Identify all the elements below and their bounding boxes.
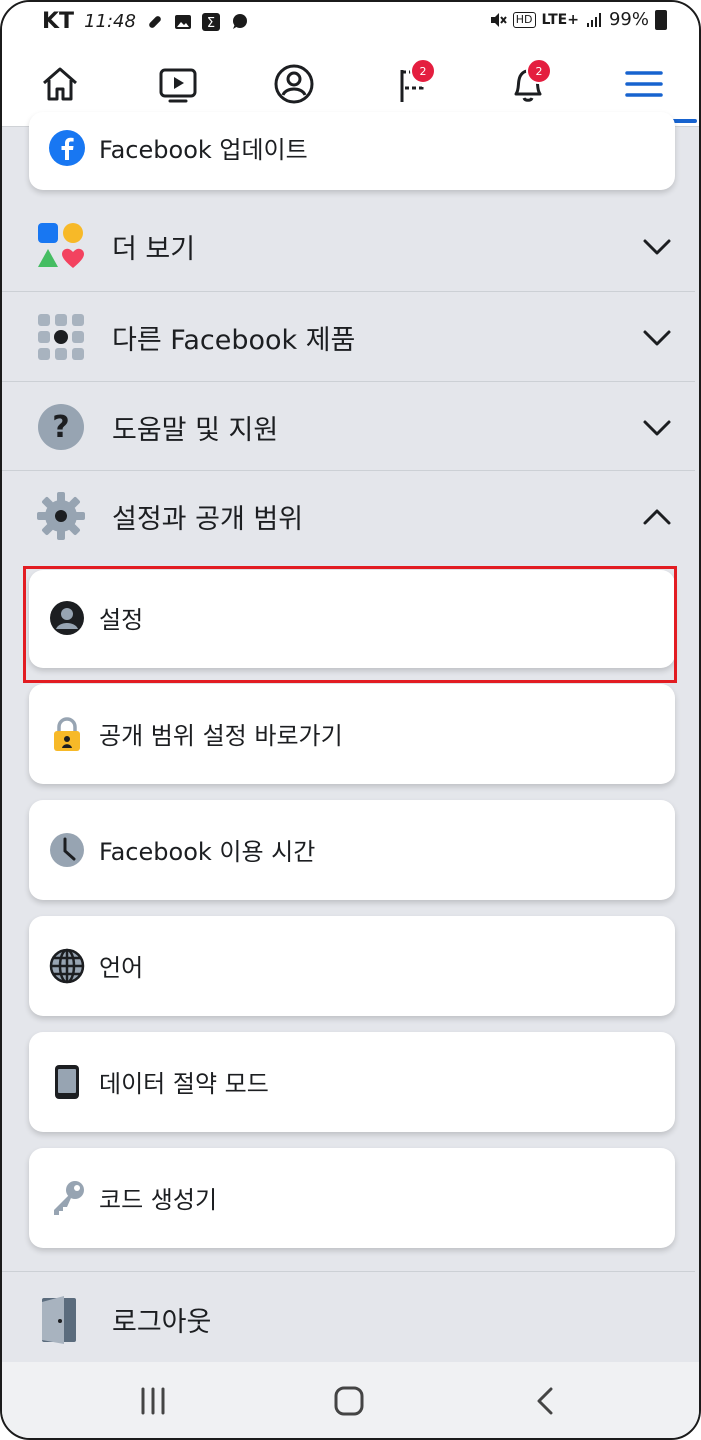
language-label: 언어 [99,954,144,982]
section-help-support[interactable]: ? 도움말 및 지원 [2,381,695,471]
chevron-down-icon [643,239,671,255]
pages-badge: 2 [410,58,436,84]
chat-bubble-icon [232,13,247,29]
code-generator-label: 코드 생성기 [99,1186,218,1214]
nav-menu[interactable] [614,56,674,112]
help-icon: ? [38,404,84,450]
profile-icon [274,64,314,104]
notifications-badge: 2 [526,58,552,84]
clock-time: 11:48 [84,11,136,32]
facebook-update-card[interactable]: Facebook 업데이트 [29,112,675,190]
watch-icon [159,68,197,103]
battery-percent: 99% [608,9,649,30]
network-type: LTE+ [541,11,579,28]
menu-content: Facebook 업데이트 더 보기 다른 Facebook 제품 ? 도움말 … [2,112,699,1363]
language-item[interactable]: 언어 [29,916,675,1016]
apps-grid-icon [38,314,84,360]
sigma-icon: Σ [201,12,220,31]
code-generator-item[interactable]: 코드 생성기 [29,1148,675,1248]
data-saver-item[interactable]: 데이터 절약 모드 [29,1032,675,1132]
chevron-down-icon [643,420,671,436]
home-button-icon[interactable] [332,1384,366,1418]
chevron-down-icon [643,330,671,346]
home-icon [43,67,77,101]
svg-text:?: ? [52,410,69,445]
gear-icon [37,492,85,540]
phone-icon [49,1064,85,1100]
svg-text:Σ: Σ [207,16,215,31]
mute-icon [490,12,507,27]
facebook-update-label: Facebook 업데이트 [99,136,308,164]
key-icon [49,1180,85,1216]
section-more-label: 더 보기 [112,234,196,265]
chevron-up-icon [643,509,671,525]
nav-home[interactable] [30,56,90,112]
privacy-shortcuts-label: 공개 범위 설정 바로가기 [99,722,343,750]
phone-frame: KT 11:48 Σ HD LTE+ 99% 2 2 Facebook 업데이트… [0,0,701,1440]
lock-icon [49,716,85,752]
nav-notifications[interactable]: 2 [498,56,558,112]
section-other-products-label: 다른 Facebook 제품 [112,325,356,356]
privacy-shortcuts-item[interactable]: 공개 범위 설정 바로가기 [29,684,675,784]
logout-label: 로그아웃 [112,1307,212,1338]
status-bar: KT 11:48 Σ HD LTE+ 99% [2,2,699,42]
time-on-facebook-item[interactable]: Facebook 이용 시간 [29,800,675,900]
image-icon [174,14,191,29]
data-saver-label: 데이터 절약 모드 [99,1070,269,1098]
carrier-label: KT [42,9,75,34]
facebook-logo-icon [49,130,85,166]
nav-pages[interactable]: 2 [382,56,442,112]
signal-icon [586,12,601,27]
section-settings-privacy-label: 설정과 공개 범위 [112,504,304,535]
pill-icon [149,15,161,28]
section-settings-privacy[interactable]: 설정과 공개 범위 [2,470,695,560]
section-help-support-label: 도움말 및 지원 [112,415,279,446]
section-other-products[interactable]: 다른 Facebook 제품 [2,291,695,381]
highlight-box [23,566,677,683]
menu-icon [625,71,663,97]
recent-apps-icon[interactable] [138,1386,168,1416]
clock-icon [49,832,85,868]
hd-indicator: HD [512,11,536,28]
back-icon[interactable] [532,1386,560,1416]
nav-watch[interactable] [148,56,208,112]
battery-icon [655,9,667,30]
door-icon [42,1296,76,1344]
section-more[interactable]: 더 보기 [2,201,695,290]
time-on-facebook-label: Facebook 이용 시간 [99,838,316,866]
shapes-icon [38,223,84,268]
logout-item[interactable]: 로그아웃 [2,1271,695,1363]
nav-profile[interactable] [264,56,324,112]
globe-icon [49,948,85,984]
system-navigation-bar [2,1362,699,1438]
